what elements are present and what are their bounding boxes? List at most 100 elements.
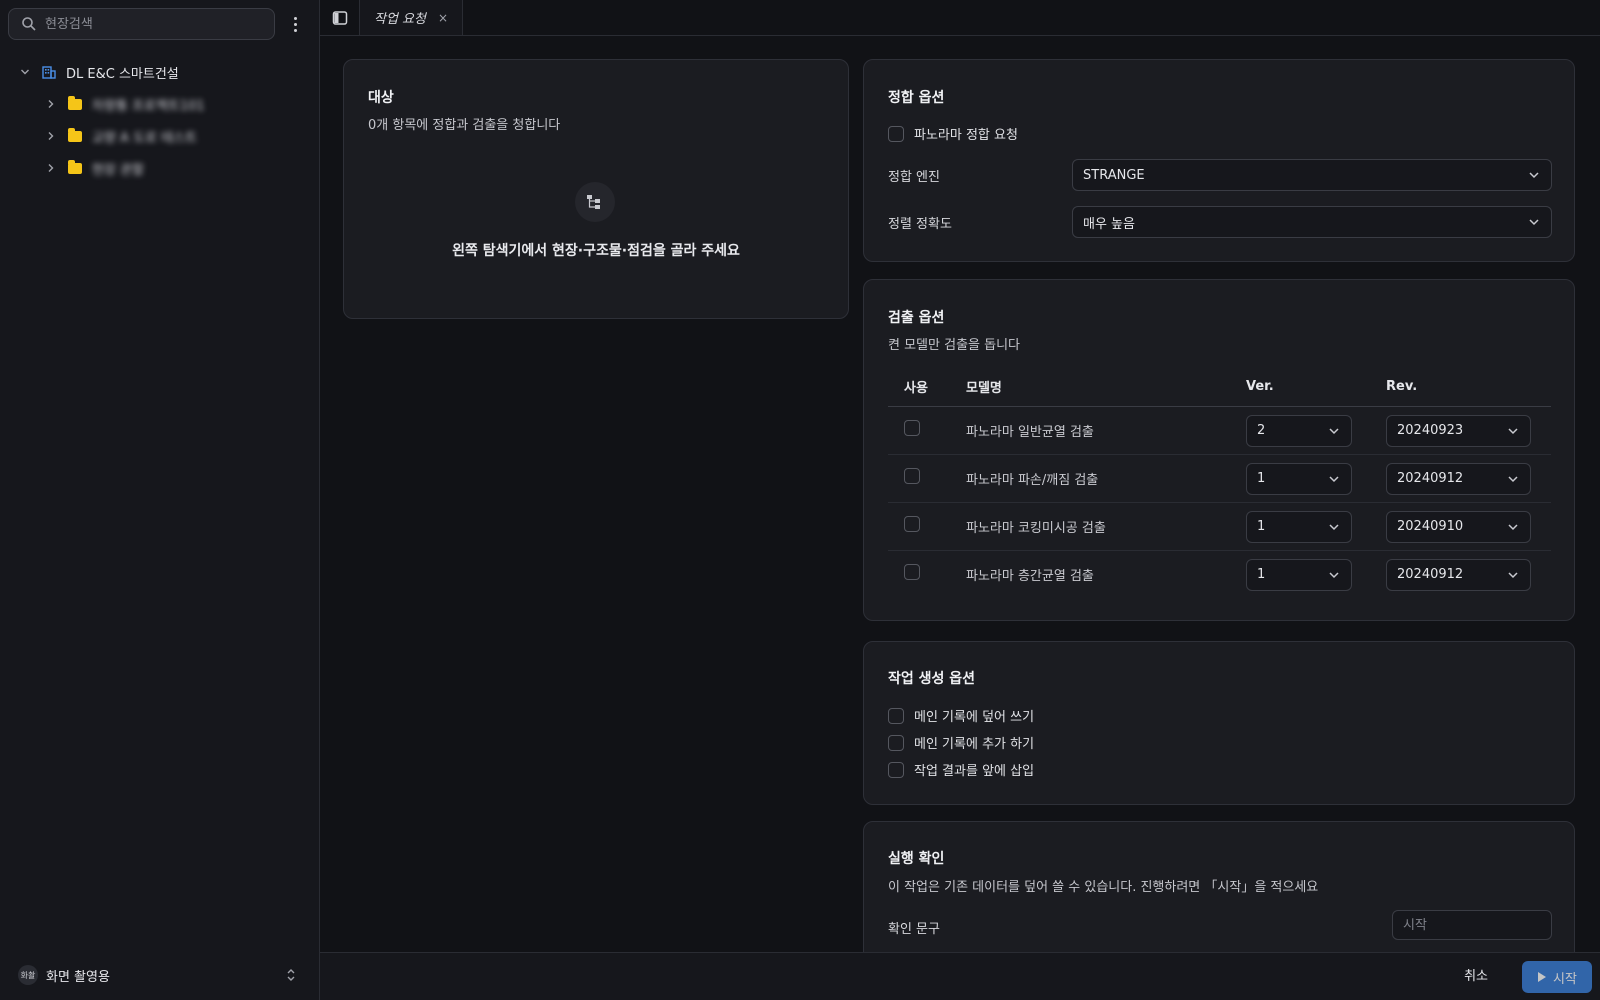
model-name: 파노라마 코킹미시공 검출 xyxy=(966,502,1246,551)
chevron-right-icon[interactable] xyxy=(44,161,58,175)
precision-label: 정렬 정확도 xyxy=(888,217,952,232)
site-tree: DL E&C 스마트건설 차량통 프로젝트101 교량 A 도로 테스트 현장 … xyxy=(0,56,320,184)
model-enable-checkbox[interactable] xyxy=(904,468,920,484)
table-row: 파노라마 층간균열 검출 1 20240912 xyxy=(888,550,1551,598)
checkbox-label: 메인 기록에 덮어 쓰기 xyxy=(914,710,1035,725)
sidebar: DL E&C 스마트건설 차량통 프로젝트101 교량 A 도로 테스트 현장 … xyxy=(0,0,320,1000)
tab-label: 작업 요청 xyxy=(374,12,426,27)
table-row: 파노라마 코킹미시공 검출 1 20240910 xyxy=(888,502,1551,551)
checkbox[interactable] xyxy=(888,734,904,751)
chevron-down-icon xyxy=(1329,475,1339,482)
model-enable-checkbox[interactable] xyxy=(904,564,920,581)
card-subtitle: 이 작업은 기존 데이터를 덮어 쓸 수 있습니다. 진행하려면 「시작」을 적… xyxy=(888,880,1319,895)
model-name: 파노라마 층간균열 검출 xyxy=(966,568,1094,584)
tree-item[interactable]: 차량통 프로젝트101 xyxy=(0,88,320,120)
select-value: 2 xyxy=(1257,423,1266,438)
chevron-down-icon xyxy=(1329,427,1339,434)
select-value: 1 xyxy=(1257,567,1266,582)
card-title: 작업 생성 옵션 xyxy=(888,671,976,687)
card-subtitle: 켠 모델만 검출을 돕니다 xyxy=(888,338,1020,353)
app: DL E&C 스마트건설 차량통 프로젝트101 교량 A 도로 테스트 현장 … xyxy=(0,0,1600,1000)
model-name: 파노라마 파손/깨짐 검출 xyxy=(966,454,1246,503)
tree-item[interactable]: 현장 관할 xyxy=(0,152,320,184)
card-title: 검출 옵션 xyxy=(888,310,945,326)
card-title: 정합 옵션 xyxy=(888,90,945,106)
model-enable-checkbox[interactable] xyxy=(904,420,920,436)
chevron-down-icon[interactable] xyxy=(18,65,32,79)
close-icon[interactable]: × xyxy=(438,11,448,25)
workspace-switcher[interactable]: 화촬 화면 촬영용 xyxy=(0,950,320,1000)
job-options-card: 작업 생성 옵션 메인 기록에 덮어 쓰기 메인 기록에 추가 하기 작업 결과… xyxy=(863,641,1575,805)
tree-root-label: DL E&C 스마트건설 xyxy=(66,66,179,82)
search-icon xyxy=(22,17,36,31)
select-value: STRANGE xyxy=(1083,167,1145,183)
chevron-down-icon xyxy=(1508,571,1518,578)
select-value: 20240923 xyxy=(1397,423,1464,438)
chevron-down-icon xyxy=(1508,523,1518,530)
prepend-option[interactable]: 작업 결과를 앞에 삽입 xyxy=(888,760,1034,779)
sidebar-toggle-icon[interactable] xyxy=(320,0,360,35)
checkbox[interactable] xyxy=(888,125,904,142)
table-row: 파노라마 파손/깨짐 검출 1 20240912 xyxy=(888,454,1551,503)
cancel-button[interactable]: 취소 xyxy=(1464,965,1488,984)
chevron-right-icon[interactable] xyxy=(44,129,58,143)
precision-select[interactable]: 매우 높음 xyxy=(1072,206,1552,238)
tree-item-label: 교량 A 도로 테스트 xyxy=(92,130,198,146)
confirm-card: 실행 확인 이 작업은 기존 데이터를 덮어 쓸 수 있습니다. 진행하려면 「… xyxy=(863,821,1575,952)
panorama-alignment-checkbox[interactable]: 파노라마 정합 요청 xyxy=(888,124,1018,143)
alignment-options-card: 정합 옵션 파노라마 정합 요청 정합 엔진 STRANGE 정렬 정확도 매우… xyxy=(863,59,1575,262)
search-input[interactable] xyxy=(45,16,245,32)
overwrite-option[interactable]: 메인 기록에 덮어 쓰기 xyxy=(888,706,1034,725)
empty-state-message: 왼쪽 탐색기에서 현장·구조물·점검을 골라 주세요 xyxy=(452,243,740,259)
revision-select[interactable]: 20240912 xyxy=(1386,462,1531,495)
chevron-down-icon xyxy=(1508,427,1518,434)
select-value: 1 xyxy=(1257,519,1266,534)
tree-item-label: 현장 관할 xyxy=(92,162,144,178)
model-table: 사용 모델명 Ver. Rev. 파노라마 일반균열 검출 2 20240923 xyxy=(888,368,1551,598)
confirm-phrase-input[interactable] xyxy=(1392,910,1552,940)
tab-bar: 작업 요청 × xyxy=(320,0,1600,36)
detection-options-card: 검출 옵션 켠 모델만 검출을 돕니다 사용 모델명 Ver. Rev. 파노라… xyxy=(863,279,1575,621)
folder-icon xyxy=(68,127,82,142)
engine-select[interactable]: STRANGE xyxy=(1072,159,1552,191)
hierarchy-icon xyxy=(575,182,615,222)
chevron-right-icon[interactable] xyxy=(44,97,58,111)
confirm-label: 확인 문구 xyxy=(888,922,940,937)
version-select[interactable]: 1 xyxy=(1246,462,1352,495)
start-button[interactable]: 시작 xyxy=(1522,961,1592,993)
card-title: 실행 확인 xyxy=(888,851,945,867)
revision-select[interactable]: 20240912 xyxy=(1386,558,1531,591)
model-enable-checkbox[interactable] xyxy=(904,516,920,532)
chevron-up-down-icon[interactable] xyxy=(286,967,296,983)
version-select[interactable]: 1 xyxy=(1246,558,1352,591)
col-rev: Rev. xyxy=(1386,368,1551,407)
more-options-icon[interactable] xyxy=(285,14,305,34)
folder-icon xyxy=(68,159,82,174)
engine-label: 정합 엔진 xyxy=(888,170,940,185)
append-option[interactable]: 메인 기록에 추가 하기 xyxy=(888,733,1034,752)
chevron-down-icon xyxy=(1329,523,1339,530)
model-name: 파노라마 일반균열 검출 xyxy=(966,406,1246,455)
version-select[interactable]: 2 xyxy=(1246,414,1352,447)
tree-item-label: 차량통 프로젝트101 xyxy=(92,98,205,114)
checkbox[interactable] xyxy=(888,761,904,778)
revision-select[interactable]: 20240923 xyxy=(1386,414,1531,447)
select-value: 20240910 xyxy=(1397,519,1464,534)
workspace-avatar: 화촬 xyxy=(18,965,38,985)
target-card: 대상 0개 항목에 정합과 검출을 청합니다 왼쪽 탐색기에서 현장·구조물·점… xyxy=(343,59,849,319)
select-value: 20240912 xyxy=(1397,567,1464,582)
folder-icon xyxy=(68,95,82,110)
checkbox[interactable] xyxy=(888,707,904,724)
select-value: 매우 높음 xyxy=(1083,216,1135,232)
site-search[interactable] xyxy=(8,8,275,40)
tree-root[interactable]: DL E&C 스마트건설 xyxy=(0,56,320,88)
checkbox-label: 작업 결과를 앞에 삽입 xyxy=(914,764,1035,779)
revision-select[interactable]: 20240910 xyxy=(1386,510,1531,543)
select-value: 1 xyxy=(1257,471,1266,486)
tree-item[interactable]: 교량 A 도로 테스트 xyxy=(0,120,320,152)
table-row: 파노라마 일반균열 검출 2 20240923 xyxy=(888,406,1551,455)
checkbox-label: 메인 기록에 추가 하기 xyxy=(914,737,1035,752)
version-select[interactable]: 1 xyxy=(1246,510,1352,543)
card-subtitle: 0개 항목에 정합과 검출을 청합니다 xyxy=(368,118,561,133)
tab-job-request[interactable]: 작업 요청 × xyxy=(360,0,464,35)
